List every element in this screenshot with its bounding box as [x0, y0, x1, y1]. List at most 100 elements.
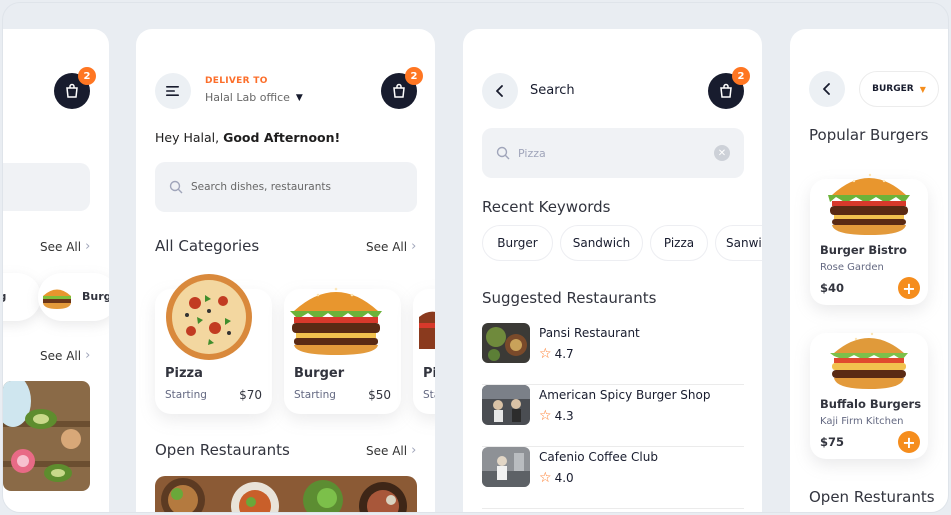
clear-search-icon[interactable]: ✕	[714, 145, 730, 161]
showcase-frame: 2 See All› og Burg See All›	[2, 2, 949, 513]
restaurant-row[interactable]: American Spicy Burger Shop ☆ 4.3	[482, 385, 744, 447]
categories-title: All Categories	[155, 237, 260, 255]
burger-restaurant: Rose Garden	[820, 262, 884, 273]
restaurant-rating: ☆ 4.3	[539, 408, 574, 424]
chevron-right-icon: ›	[85, 239, 91, 254]
keyword-chip[interactable]: Sanwi	[715, 225, 762, 261]
category-starting-label: Starting	[165, 389, 207, 401]
restaurant-image[interactable]	[3, 381, 90, 491]
keyword-chip[interactable]: Pizza	[650, 225, 708, 261]
category-name: Burger	[294, 366, 345, 381]
restaurant-name: Cafenio Coffee Club	[539, 450, 658, 464]
category-starting-label: Starting	[294, 389, 336, 401]
restaurant-row[interactable]: Pansi Restaurant ☆ 4.7	[482, 323, 744, 385]
restaurant-thumbnail	[482, 323, 530, 363]
keyword-chip[interactable]: Burger	[482, 225, 553, 261]
popular-burgers-title: Popular Burgers	[809, 126, 929, 144]
menu-icon	[166, 86, 179, 96]
cart-button[interactable]: 2	[381, 67, 423, 109]
page-title: Search	[530, 83, 575, 98]
add-to-cart-button[interactable]: +	[898, 277, 920, 299]
suggested-restaurants-title: Suggested Restaurants	[482, 289, 657, 307]
pizza-image	[166, 274, 252, 360]
location-selector[interactable]: Halal Lab office ▼	[205, 91, 303, 104]
see-all-restaurants-link[interactable]: See All ›	[40, 348, 90, 363]
caret-down-icon: ▼	[919, 84, 926, 94]
category-price: $70	[239, 388, 262, 402]
shopping-bag-icon	[393, 83, 405, 98]
star-icon: ☆	[539, 408, 552, 424]
burger-image	[830, 332, 908, 389]
burger-image	[290, 287, 382, 355]
cart-button[interactable]: 2	[54, 67, 96, 109]
shopping-bag-icon	[720, 83, 732, 98]
add-to-cart-button[interactable]: +	[898, 431, 920, 453]
restaurant-thumbnail	[482, 385, 530, 425]
category-card-partial[interactable]: Pi Sta	[413, 289, 435, 414]
partial-home-screen: 2 See All› og Burg See All›	[3, 29, 109, 512]
restaurant-banner-image[interactable]	[155, 476, 417, 512]
cart-button[interactable]: 2	[708, 67, 750, 109]
category-card-burger[interactable]: Burger Starting $50	[284, 287, 401, 414]
chevron-right-icon: ›	[411, 443, 417, 458]
deliver-to-label: DELIVER TO	[205, 76, 268, 86]
burger-image	[419, 311, 435, 349]
recent-keywords-title: Recent Keywords	[482, 198, 611, 216]
chevron-left-icon	[496, 85, 503, 97]
plus-icon: +	[902, 432, 916, 452]
search-input[interactable]: Search dishes, restaurants	[155, 162, 417, 212]
star-icon: ☆	[539, 470, 552, 486]
see-all-categories-link[interactable]: See All ›	[366, 239, 416, 254]
caret-down-icon: ▼	[295, 92, 303, 103]
star-icon: ☆	[539, 346, 552, 362]
back-button[interactable]	[482, 73, 518, 109]
keyword-chip[interactable]: Sandwich	[560, 225, 643, 261]
open-restaurants-title: Open Restaurants	[155, 441, 290, 459]
burger-restaurant: Kaji Firm Kitchen	[820, 416, 904, 427]
restaurant-row[interactable]: Cafenio Coffee Club ☆ 4.0	[482, 447, 744, 509]
search-input[interactable]	[3, 163, 90, 211]
chevron-left-icon	[823, 83, 830, 95]
menu-button[interactable]	[155, 73, 191, 109]
burger-price: $75	[820, 435, 845, 449]
burger-image	[43, 289, 71, 309]
burger-card[interactable]: Buffalo Burgers Kaji Firm Kitchen $75 +	[810, 332, 928, 459]
restaurant-food-image	[155, 476, 417, 512]
search-input[interactable]: Pizza ✕	[482, 128, 744, 178]
burger-image	[828, 173, 910, 235]
burger-price: $40	[820, 281, 845, 295]
shopping-bag-icon	[66, 83, 78, 98]
back-button[interactable]	[809, 71, 845, 107]
burger-category-screen: BURGER ▼ Popular Burgers Burger Bistro R…	[790, 29, 948, 512]
plus-icon: +	[902, 278, 916, 298]
burger-name: Burger Bistro	[820, 243, 907, 257]
search-query: Pizza	[518, 146, 546, 160]
restaurant-name: Pansi Restaurant	[539, 326, 640, 340]
category-card-pizza[interactable]: Pizza Starting $70	[155, 274, 272, 414]
salad-image	[3, 381, 90, 491]
burger-name: Buffalo Burgers	[820, 397, 922, 411]
cart-badge: 2	[78, 67, 96, 85]
category-chip-hotdog[interactable]: og	[3, 273, 41, 321]
category-name: Pizza	[165, 366, 203, 381]
open-restaurants-title: Open Resturants	[809, 488, 935, 506]
restaurant-rating: ☆ 4.7	[539, 346, 574, 362]
restaurant-rating: ☆ 4.0	[539, 470, 574, 486]
category-dropdown[interactable]: BURGER ▼	[859, 71, 939, 107]
greeting: Hey Halal, Good Afternoon!	[155, 130, 341, 145]
search-icon	[169, 180, 183, 194]
restaurant-thumbnail	[482, 447, 530, 487]
burger-card[interactable]: Burger Bistro Rose Garden $40 +	[810, 173, 928, 305]
restaurant-name: American Spicy Burger Shop	[539, 388, 711, 402]
search-icon	[496, 146, 510, 160]
category-chip-burger[interactable]: Burg	[38, 273, 109, 321]
cart-badge: 2	[405, 67, 423, 85]
see-all-categories-link[interactable]: See All ›	[40, 239, 90, 254]
cart-badge: 2	[732, 67, 750, 85]
see-all-restaurants-link[interactable]: See All ›	[366, 443, 416, 458]
chevron-right-icon: ›	[85, 348, 91, 363]
search-screen: Search 2 Pizza ✕ Recent Keywords Burger …	[463, 29, 762, 512]
home-screen: DELIVER TO Halal Lab office ▼ 2 Hey Hala…	[136, 29, 435, 512]
chevron-right-icon: ›	[411, 239, 417, 254]
category-starting-label: Sta	[423, 389, 435, 401]
